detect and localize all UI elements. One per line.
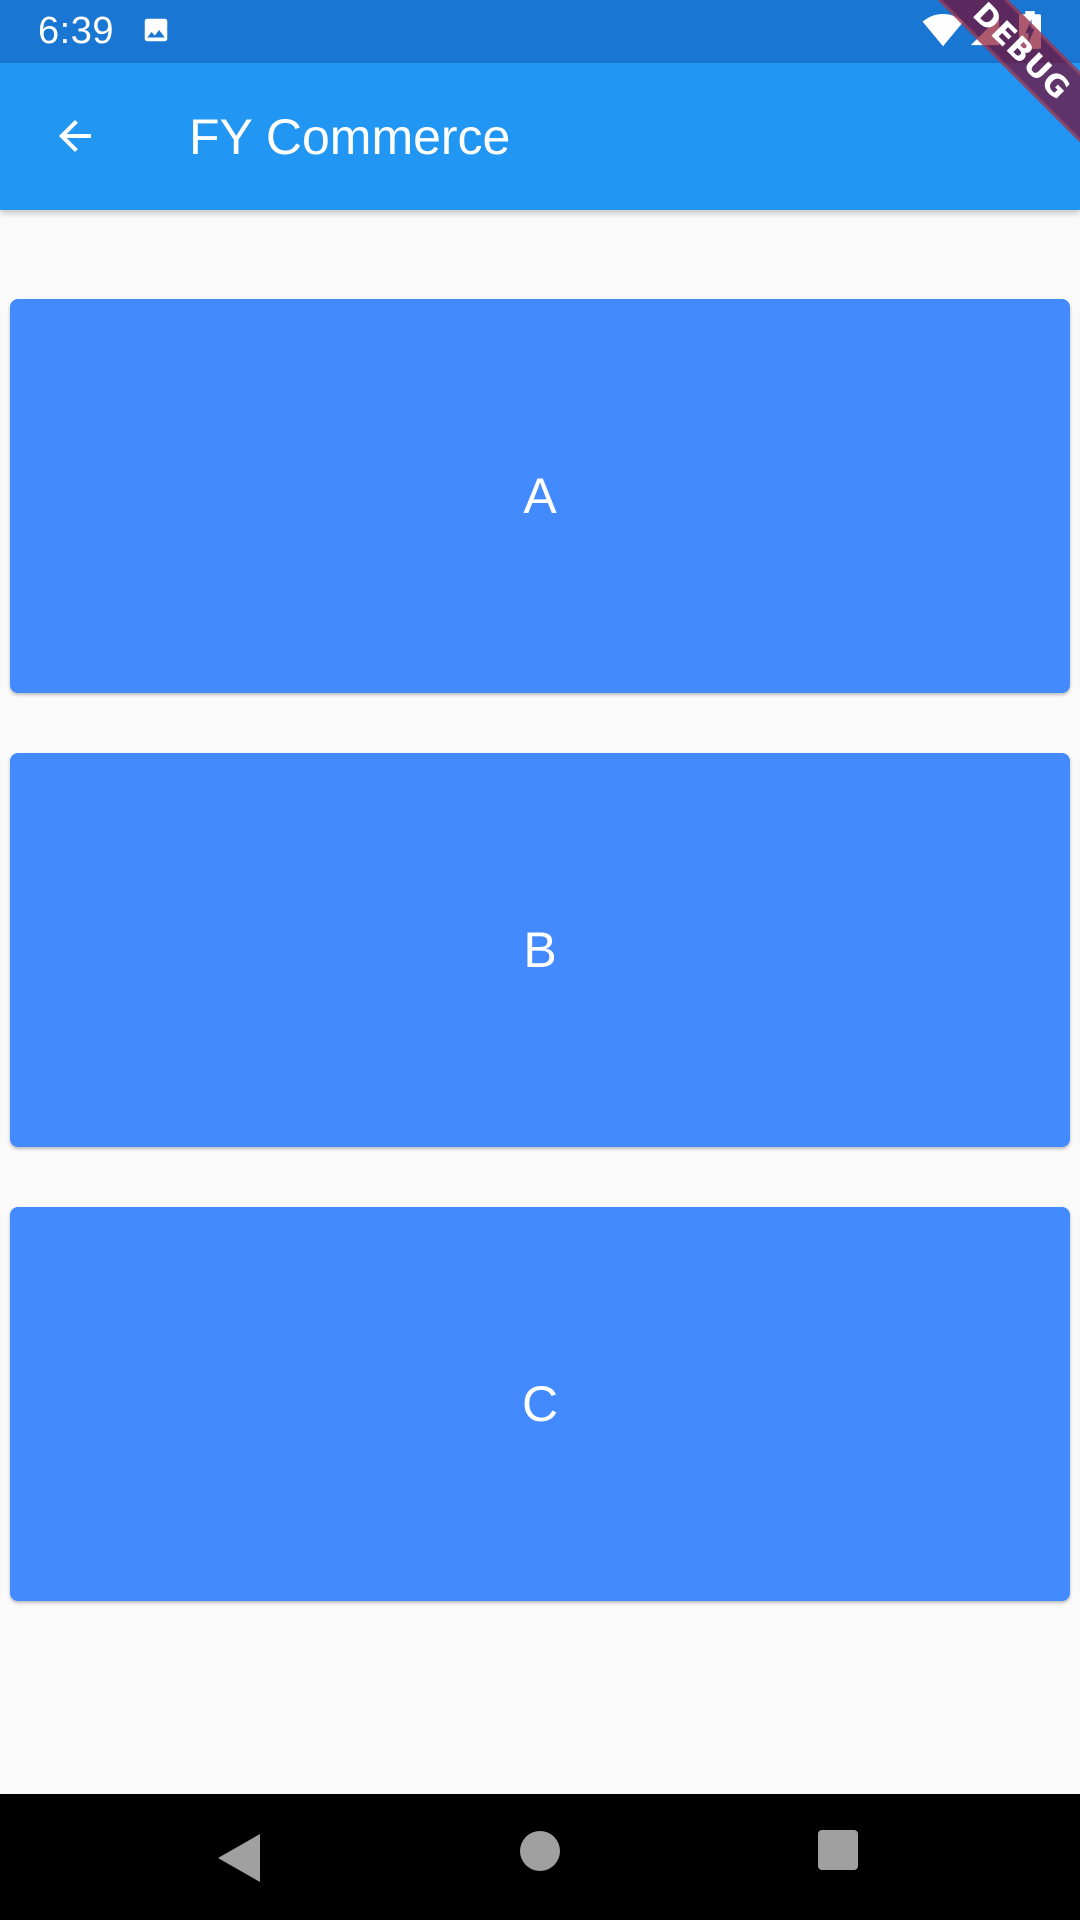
button-b[interactable]: B (10, 753, 1070, 1147)
button-c-label: C (521, 1376, 559, 1432)
back-button[interactable] (30, 91, 120, 181)
button-a[interactable]: A (10, 299, 1070, 693)
arrow-back-icon (59, 120, 91, 152)
status-time: 6:39 (38, 10, 114, 52)
content-area: A B C (0, 210, 1080, 1794)
wifi-icon (922, 14, 964, 47)
nav-back-icon[interactable] (218, 1834, 260, 1882)
button-c[interactable]: C (10, 1207, 1070, 1601)
screen: 6:39 FY Commerce DEBUG A B C (0, 0, 1080, 1920)
nav-recents-icon[interactable] (818, 1830, 858, 1870)
system-nav-bar (0, 1794, 1080, 1920)
battery-charging-icon (1019, 11, 1041, 49)
page-title: FY Commerce (189, 109, 511, 165)
button-b-label: B (523, 922, 557, 978)
button-a-label: A (523, 468, 557, 524)
app-bar: FY Commerce (0, 63, 1080, 210)
signal-icon (970, 16, 1000, 46)
nav-home-icon[interactable] (520, 1831, 560, 1871)
image-icon (144, 18, 168, 42)
status-bar: 6:39 (0, 0, 1080, 63)
